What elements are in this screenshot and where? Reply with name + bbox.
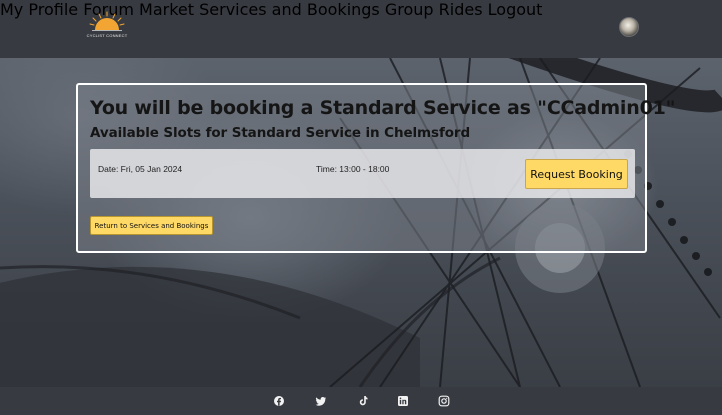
instagram-icon[interactable] [438,395,450,407]
slot-card: Date: Fri, 05 Jan 2024 Time: 13:00 - 18:… [90,149,635,198]
logo-text: CYCLIST CONNECT [86,33,128,38]
nav-market[interactable]: Market [139,0,194,19]
linkedin-icon[interactable] [397,395,409,407]
return-to-services-button[interactable]: Return to Services and Bookings [90,216,213,235]
page-subtitle: Available Slots for Standard Service in … [90,125,471,141]
nav-services-and-bookings[interactable]: Services and Bookings [199,0,380,19]
twitter-icon[interactable] [315,395,327,407]
nav-my-profile[interactable]: My Profile [0,0,78,19]
request-booking-button[interactable]: Request Booking [525,159,628,189]
slot-time: Time: 13:00 - 18:00 [316,164,390,174]
slot-date: Date: Fri, 05 Jan 2024 [98,164,183,174]
page-title: You will be booking a Standard Service a… [90,97,676,119]
facebook-icon[interactable] [273,395,285,407]
nav-group-rides[interactable]: Group Rides [385,0,483,19]
booking-panel: You will be booking a Standard Service a… [76,83,676,253]
user-avatar[interactable] [619,17,639,37]
tiktok-icon[interactable] [357,395,369,407]
site-header: CYCLIST CONNECT My Profile Forum Market … [0,0,722,58]
site-footer [0,387,722,415]
nav-logout[interactable]: Logout [488,0,543,19]
